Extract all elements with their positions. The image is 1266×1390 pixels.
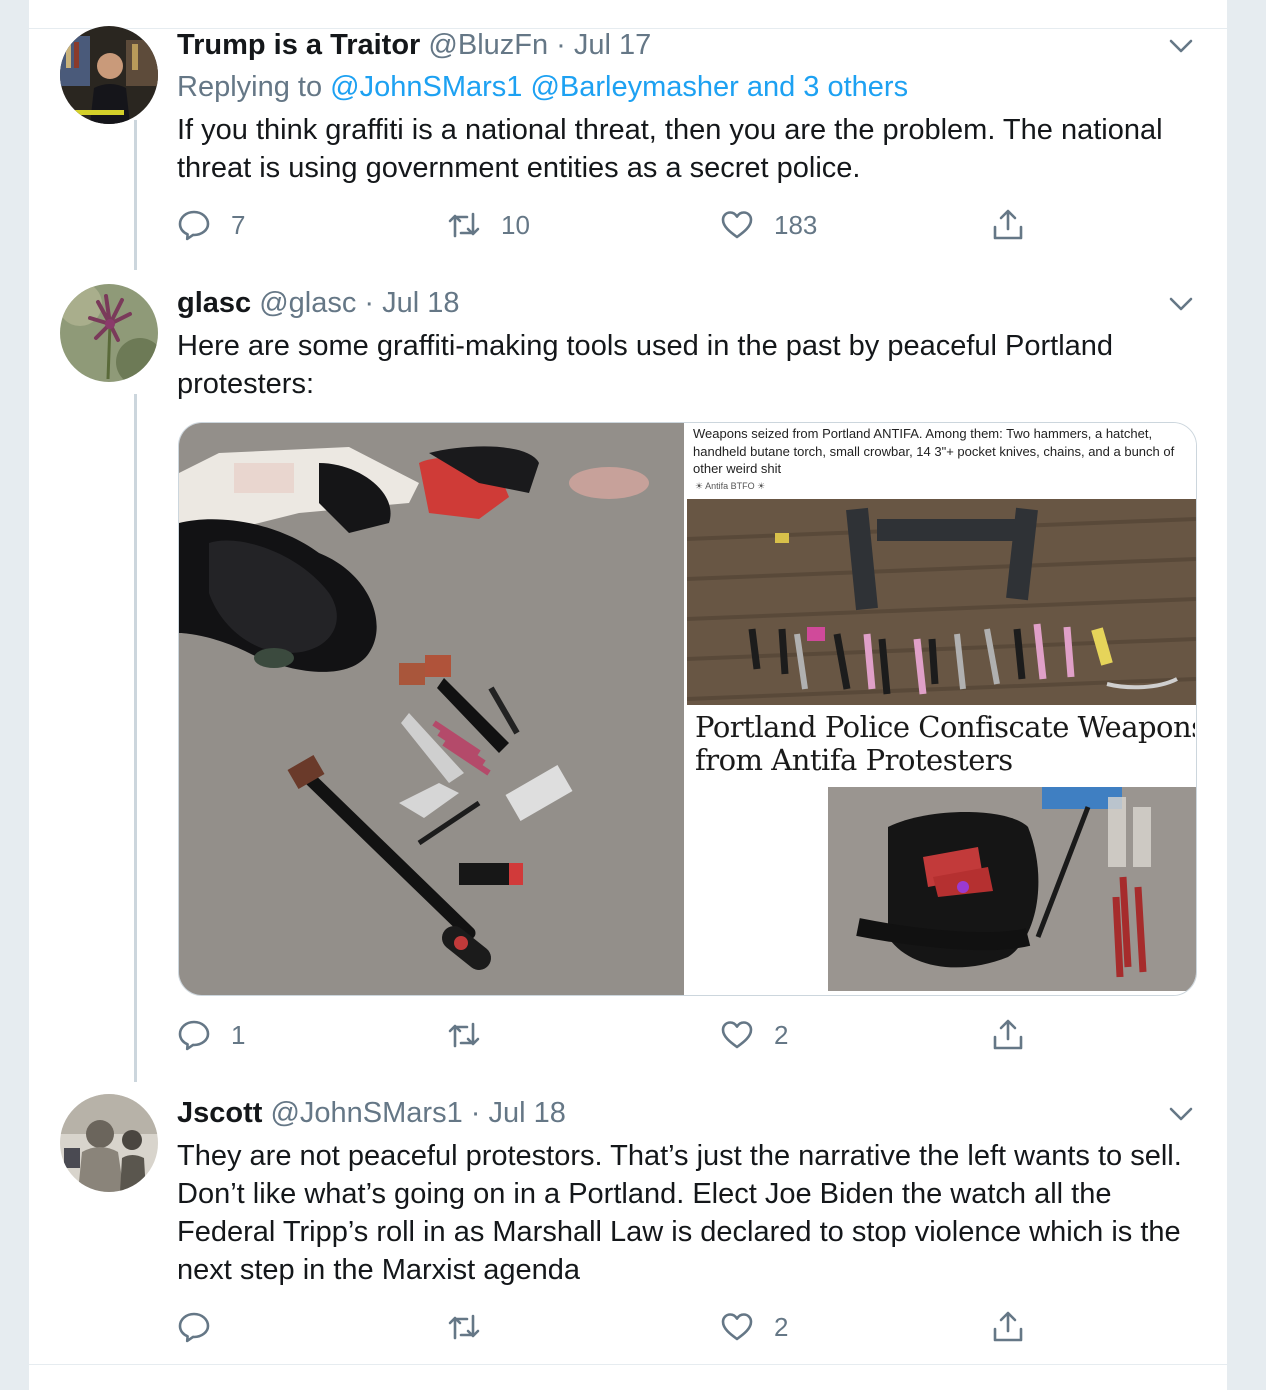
display-name[interactable]: glasc	[177, 287, 251, 319]
like-icon	[721, 1313, 753, 1341]
avatar-image	[60, 1094, 158, 1192]
like-button[interactable]: 2	[720, 1307, 788, 1347]
chevron-down-icon[interactable]	[1168, 294, 1194, 314]
share-button[interactable]	[991, 1307, 1025, 1347]
confiscated-items-photo	[179, 423, 684, 995]
thread-line	[134, 394, 137, 1082]
share-icon	[993, 209, 1023, 240]
retweet-button[interactable]	[447, 1307, 501, 1347]
avatar-image	[60, 284, 158, 382]
tweet-header: Trump is a Traitor @BluzFn · Jul 17	[177, 28, 651, 62]
timestamp[interactable]: Jul 18	[489, 1097, 566, 1129]
share-button[interactable]	[991, 1015, 1025, 1055]
share-icon	[993, 1019, 1023, 1050]
retweet-icon	[448, 1314, 480, 1340]
bottom-divider	[29, 1364, 1227, 1365]
retweet-button[interactable]: 10	[447, 205, 530, 245]
replying-prefix: Replying to	[177, 71, 331, 103]
like-icon	[721, 211, 753, 239]
tweet-actions: 7 10 183	[177, 205, 1077, 245]
media-photo-left[interactable]	[179, 423, 684, 995]
tweet-header: glasc @glasc · Jul 18	[177, 286, 460, 320]
media-caption-tag: ☀ Antifa BTFO ☀	[695, 481, 766, 491]
share-icon	[993, 1311, 1023, 1342]
media-headline: Portland Police Confiscate Weapons, Dy f…	[695, 711, 1195, 777]
chevron-down-icon[interactable]	[1168, 36, 1194, 56]
like-button[interactable]: 183	[720, 205, 817, 245]
reply-count: 7	[231, 209, 246, 240]
handle[interactable]: @JohnSMars1	[270, 1097, 462, 1129]
weapons-on-deck-photo	[687, 499, 1196, 705]
avatar[interactable]	[60, 26, 158, 124]
tweet-text: Here are some graffiti-making tools used…	[177, 330, 1114, 400]
retweet-button[interactable]	[447, 1015, 501, 1055]
media-caption: Weapons seized from Portland ANTIFA. Amo…	[693, 426, 1175, 476]
separator: ·	[548, 29, 574, 61]
thread-line	[134, 120, 137, 270]
tweet-media[interactable]: Weapons seized from Portland ANTIFA. Amo…	[178, 422, 1197, 996]
retweet-icon	[448, 212, 480, 238]
reply-count: 1	[231, 1019, 246, 1050]
reply-icon	[178, 1020, 210, 1051]
like-count: 2	[774, 1019, 789, 1050]
separator: ·	[356, 287, 383, 319]
chevron-down-icon[interactable]	[1168, 1104, 1194, 1124]
tweet-header: Jscott @JohnSMars1 · Jul 18	[177, 1096, 566, 1130]
tweet-text: If you think graffiti is a national thre…	[177, 114, 1163, 184]
like-count: 2	[774, 1311, 789, 1342]
reply-button[interactable]: 1	[177, 1015, 245, 1055]
tweet-text: They are not peaceful protestors. That’s…	[177, 1140, 1182, 1286]
like-button[interactable]: 2	[720, 1015, 788, 1055]
avatar-image	[60, 26, 158, 124]
reply-button[interactable]: 7	[177, 205, 245, 245]
tweet-actions: 1 2	[177, 1015, 1077, 1055]
reply-button[interactable]	[177, 1307, 231, 1347]
retweet-count: 10	[501, 209, 530, 240]
retweet-icon	[448, 1022, 480, 1048]
headline-line: Portland Police Confiscate Weapons, Dy	[695, 711, 1195, 744]
backpack-photo	[828, 787, 1196, 991]
tweet-actions: 2	[177, 1307, 1077, 1347]
avatar[interactable]	[60, 1094, 158, 1192]
timestamp[interactable]: Jul 17	[574, 29, 651, 61]
like-icon	[721, 1021, 753, 1049]
media-photo-right[interactable]: Weapons seized from Portland ANTIFA. Amo…	[687, 423, 1196, 995]
handle[interactable]: @glasc	[259, 287, 356, 319]
separator: ·	[462, 1097, 489, 1129]
display-name[interactable]: Trump is a Traitor	[177, 29, 420, 61]
share-button[interactable]	[991, 205, 1025, 245]
replying-to: Replying to @JohnSMars1 @Barleymasher an…	[177, 70, 908, 104]
timestamp[interactable]: Jul 18	[382, 287, 459, 319]
headline-line: from Antifa Protesters	[695, 743, 1013, 777]
handle[interactable]: @BluzFn	[428, 29, 548, 61]
reply-icon	[178, 1312, 210, 1343]
reply-icon	[178, 210, 210, 241]
replying-to-users-link[interactable]: @JohnSMars1 @Barleymasher and 3 others	[330, 71, 908, 103]
display-name[interactable]: Jscott	[177, 1097, 262, 1129]
like-count: 183	[774, 209, 818, 240]
avatar[interactable]	[60, 284, 158, 382]
